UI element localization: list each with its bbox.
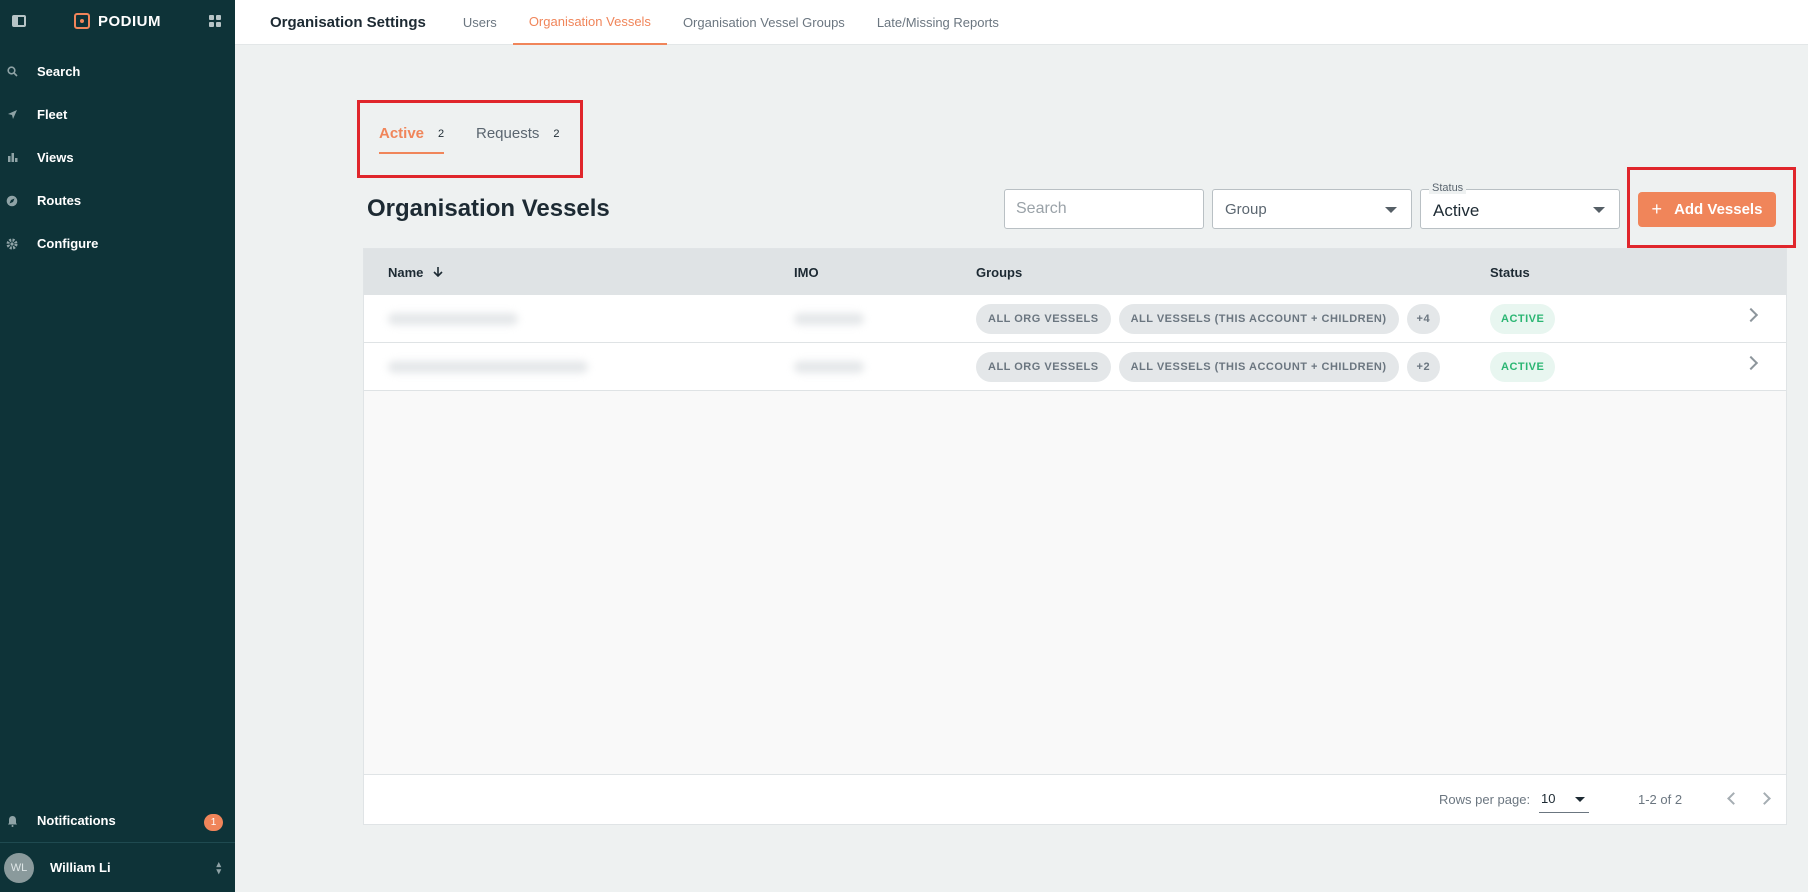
chevron-right-icon[interactable] bbox=[1743, 355, 1759, 371]
pagination-range: 1-2 of 2 bbox=[1638, 792, 1683, 807]
column-header-name[interactable]: Name bbox=[388, 265, 443, 280]
sidebar: PODIUM Search Fleet Views Routes Configu… bbox=[0, 0, 235, 892]
logo[interactable]: PODIUM bbox=[74, 13, 161, 30]
status-select-value: Active bbox=[1433, 201, 1480, 220]
group-chips: ALL ORG VESSELS ALL VESSELS (THIS ACCOUN… bbox=[976, 352, 1441, 382]
status-select[interactable]: Status Active bbox=[1420, 182, 1620, 229]
compass-icon bbox=[6, 195, 18, 207]
sort-down-arrow-icon bbox=[433, 265, 443, 280]
dropdown-arrow-icon bbox=[1575, 797, 1585, 802]
sidebar-item-views[interactable]: Views bbox=[0, 136, 235, 179]
user-name: William Li bbox=[50, 860, 111, 875]
search-input[interactable] bbox=[1004, 189, 1204, 229]
sidebar-item-search[interactable]: Search bbox=[0, 50, 235, 93]
chevron-right-icon[interactable] bbox=[1743, 307, 1759, 323]
subtab-active[interactable]: Active 2 bbox=[379, 125, 445, 154]
vessel-status-tabs: Active 2 Requests 2 bbox=[357, 100, 583, 178]
sidebar-header: PODIUM bbox=[0, 0, 235, 42]
subtab-label: Active bbox=[379, 125, 425, 142]
table-header: Name IMO Groups Status bbox=[364, 249, 1786, 295]
add-vessels-label: Add Vessels bbox=[1674, 201, 1763, 218]
sidebar-item-notifications[interactable]: Notifications 1 bbox=[0, 799, 235, 842]
sidebar-item-fleet[interactable]: Fleet bbox=[0, 93, 235, 136]
navigation-arrow-icon bbox=[6, 109, 18, 121]
status-badge: ACTIVE bbox=[1490, 304, 1556, 334]
brand-name: PODIUM bbox=[98, 12, 161, 30]
apps-grid-icon[interactable] bbox=[209, 15, 221, 27]
bell-icon bbox=[6, 815, 18, 827]
column-header-groups: Groups bbox=[976, 265, 1023, 280]
status-badge: ACTIVE bbox=[1490, 352, 1556, 382]
page-title: Organisation Settings bbox=[270, 13, 426, 31]
column-header-status: Status bbox=[1490, 265, 1530, 280]
subtab-label: Requests bbox=[476, 125, 540, 142]
table-row[interactable]: ALL ORG VESSELS ALL VESSELS (THIS ACCOUN… bbox=[364, 295, 1786, 343]
dropdown-arrow-icon bbox=[1385, 207, 1397, 213]
group-select-placeholder: Group bbox=[1225, 200, 1267, 218]
redacted-imo bbox=[794, 361, 864, 373]
chevron-up-down-icon: ▴ ▾ bbox=[216, 859, 221, 876]
table-pagination: Rows per page: 10 1-2 of 2 bbox=[364, 774, 1786, 824]
search-icon bbox=[6, 66, 18, 78]
group-chip: ALL VESSELS (THIS ACCOUNT + CHILDREN) bbox=[1118, 352, 1399, 382]
sidebar-item-configure[interactable]: Configure bbox=[0, 222, 235, 265]
table-row[interactable]: ALL ORG VESSELS ALL VESSELS (THIS ACCOUN… bbox=[364, 343, 1786, 391]
plus-icon: + bbox=[1651, 199, 1663, 219]
sidebar-nav: Search Fleet Views Routes Configure bbox=[0, 50, 235, 265]
rows-per-page-value: 10 bbox=[1541, 791, 1556, 806]
tab-users[interactable]: Users bbox=[447, 0, 513, 45]
tab-organisation-vessel-groups[interactable]: Organisation Vessel Groups bbox=[667, 0, 861, 45]
avatar: WL bbox=[4, 852, 34, 883]
column-header-imo: IMO bbox=[794, 265, 819, 280]
gear-icon bbox=[6, 238, 18, 250]
redacted-imo bbox=[794, 313, 864, 325]
subtab-count: 2 bbox=[438, 127, 445, 140]
sidebar-item-label: Routes bbox=[37, 193, 82, 208]
group-chip: ALL ORG VESSELS bbox=[976, 352, 1111, 382]
rows-per-page-select[interactable]: 10 bbox=[1539, 787, 1589, 813]
rows-per-page-label: Rows per page: bbox=[1439, 792, 1531, 807]
bar-chart-icon bbox=[6, 152, 18, 164]
subtab-count: 2 bbox=[553, 127, 560, 140]
next-page-icon[interactable] bbox=[1758, 792, 1771, 805]
group-chip: ALL ORG VESSELS bbox=[976, 304, 1111, 334]
vessels-table: Name IMO Groups Status ALL ORG VESSELS A… bbox=[363, 248, 1787, 825]
add-vessels-button[interactable]: + Add Vessels bbox=[1638, 192, 1776, 227]
sidebar-toggle-icon[interactable] bbox=[12, 15, 26, 27]
sidebar-item-label: Fleet bbox=[37, 107, 68, 122]
dropdown-arrow-icon bbox=[1593, 207, 1605, 213]
notifications-label: Notifications bbox=[37, 813, 116, 828]
user-menu[interactable]: WL William Li ▴ ▾ bbox=[0, 842, 235, 892]
group-select[interactable]: Group bbox=[1212, 189, 1412, 229]
sidebar-item-label: Configure bbox=[37, 236, 99, 251]
sidebar-item-label: Views bbox=[37, 150, 74, 165]
subtab-requests[interactable]: Requests 2 bbox=[476, 125, 560, 142]
sidebar-footer: Notifications 1 WL William Li ▴ ▾ bbox=[0, 799, 235, 892]
status-select-label: Status bbox=[1429, 182, 1467, 194]
redacted-vessel-name bbox=[388, 361, 588, 373]
group-chip: ALL VESSELS (THIS ACCOUNT + CHILDREN) bbox=[1118, 304, 1399, 334]
redacted-vessel-name bbox=[388, 313, 518, 325]
previous-page-icon[interactable] bbox=[1727, 792, 1740, 805]
section-title: Organisation Vessels bbox=[367, 195, 610, 222]
column-header-label: Name bbox=[388, 265, 424, 280]
tab-late-missing-reports[interactable]: Late/Missing Reports bbox=[861, 0, 1015, 45]
more-groups-chip[interactable]: +4 bbox=[1406, 304, 1441, 334]
more-groups-chip[interactable]: +2 bbox=[1406, 352, 1441, 382]
sidebar-item-label: Search bbox=[37, 64, 81, 79]
sidebar-item-routes[interactable]: Routes bbox=[0, 179, 235, 222]
podium-logo-icon bbox=[74, 13, 90, 29]
notification-count-badge: 1 bbox=[204, 814, 223, 831]
top-nav: Organisation Settings Users Organisation… bbox=[235, 0, 1808, 45]
tab-organisation-vessels[interactable]: Organisation Vessels bbox=[512, 0, 667, 45]
add-vessels-highlight: + Add Vessels bbox=[1627, 167, 1796, 248]
group-chips: ALL ORG VESSELS ALL VESSELS (THIS ACCOUN… bbox=[976, 304, 1441, 334]
